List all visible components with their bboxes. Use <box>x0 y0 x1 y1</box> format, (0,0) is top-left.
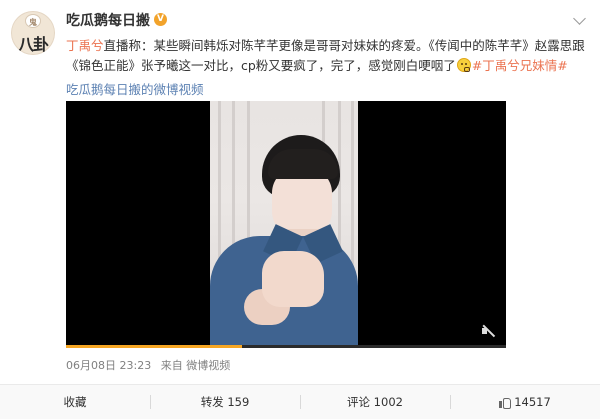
avatar-text-big: 八卦 <box>17 35 49 54</box>
comment-button[interactable]: 评论 1002 <box>300 385 450 419</box>
mute-icon[interactable] <box>481 324 495 338</box>
post-meta: 06月08日 23:23 来自 微博视频 <box>66 357 236 373</box>
like-button[interactable]: 14517 <box>450 385 600 419</box>
topic-link[interactable]: #丁禹兮兄妹情# <box>472 58 568 73</box>
author-name[interactable]: 吃瓜鹅每日搬 <box>66 10 150 30</box>
favorite-label: 收藏 <box>63 395 87 409</box>
comment-label: 评论 1002 <box>347 395 403 409</box>
weibo-post-card: 鬼 八卦 吃瓜鹅每日搬 丁禹兮直播称：某些瞬间韩烁对陈芊芊更像是哥哥对妹妹的疼爱… <box>0 0 600 419</box>
avatar-text-small: 鬼 <box>29 17 37 27</box>
thumbs-up-icon <box>499 397 512 409</box>
like-count: 14517 <box>514 395 551 409</box>
chevron-down-icon[interactable] <box>572 11 588 23</box>
post-body: 丁禹兮直播称：某些瞬间韩烁对陈芊芊更像是哥哥对妹妹的疼爱。《传闻中的陈芊芊》赵露… <box>66 36 586 76</box>
video-frame <box>210 101 358 348</box>
person-hands <box>262 251 324 307</box>
post-timestamp[interactable]: 06月08日 23:23 <box>66 359 151 372</box>
mention-link[interactable]: 丁禹兮 <box>66 38 104 53</box>
favorite-button[interactable]: 收藏 <box>0 385 150 419</box>
author-row: 吃瓜鹅每日搬 <box>66 10 167 30</box>
video-link[interactable]: 吃瓜鹅每日搬的微博视频 <box>66 79 204 98</box>
video-progress-fill <box>66 345 242 348</box>
verified-badge-icon <box>154 13 167 26</box>
avatar[interactable]: 鬼 八卦 <box>11 11 55 55</box>
person-fringe <box>268 149 338 179</box>
post-source[interactable]: 来自 微博视频 <box>161 359 231 372</box>
video-player[interactable] <box>66 101 506 348</box>
repost-button[interactable]: 转发 159 <box>150 385 300 419</box>
repost-label: 转发 159 <box>200 395 250 409</box>
action-bar: 收藏 转发 159 评论 1002 14517 <box>0 385 600 419</box>
crying-face-icon <box>456 58 471 72</box>
video-progress-bar[interactable] <box>66 345 506 348</box>
